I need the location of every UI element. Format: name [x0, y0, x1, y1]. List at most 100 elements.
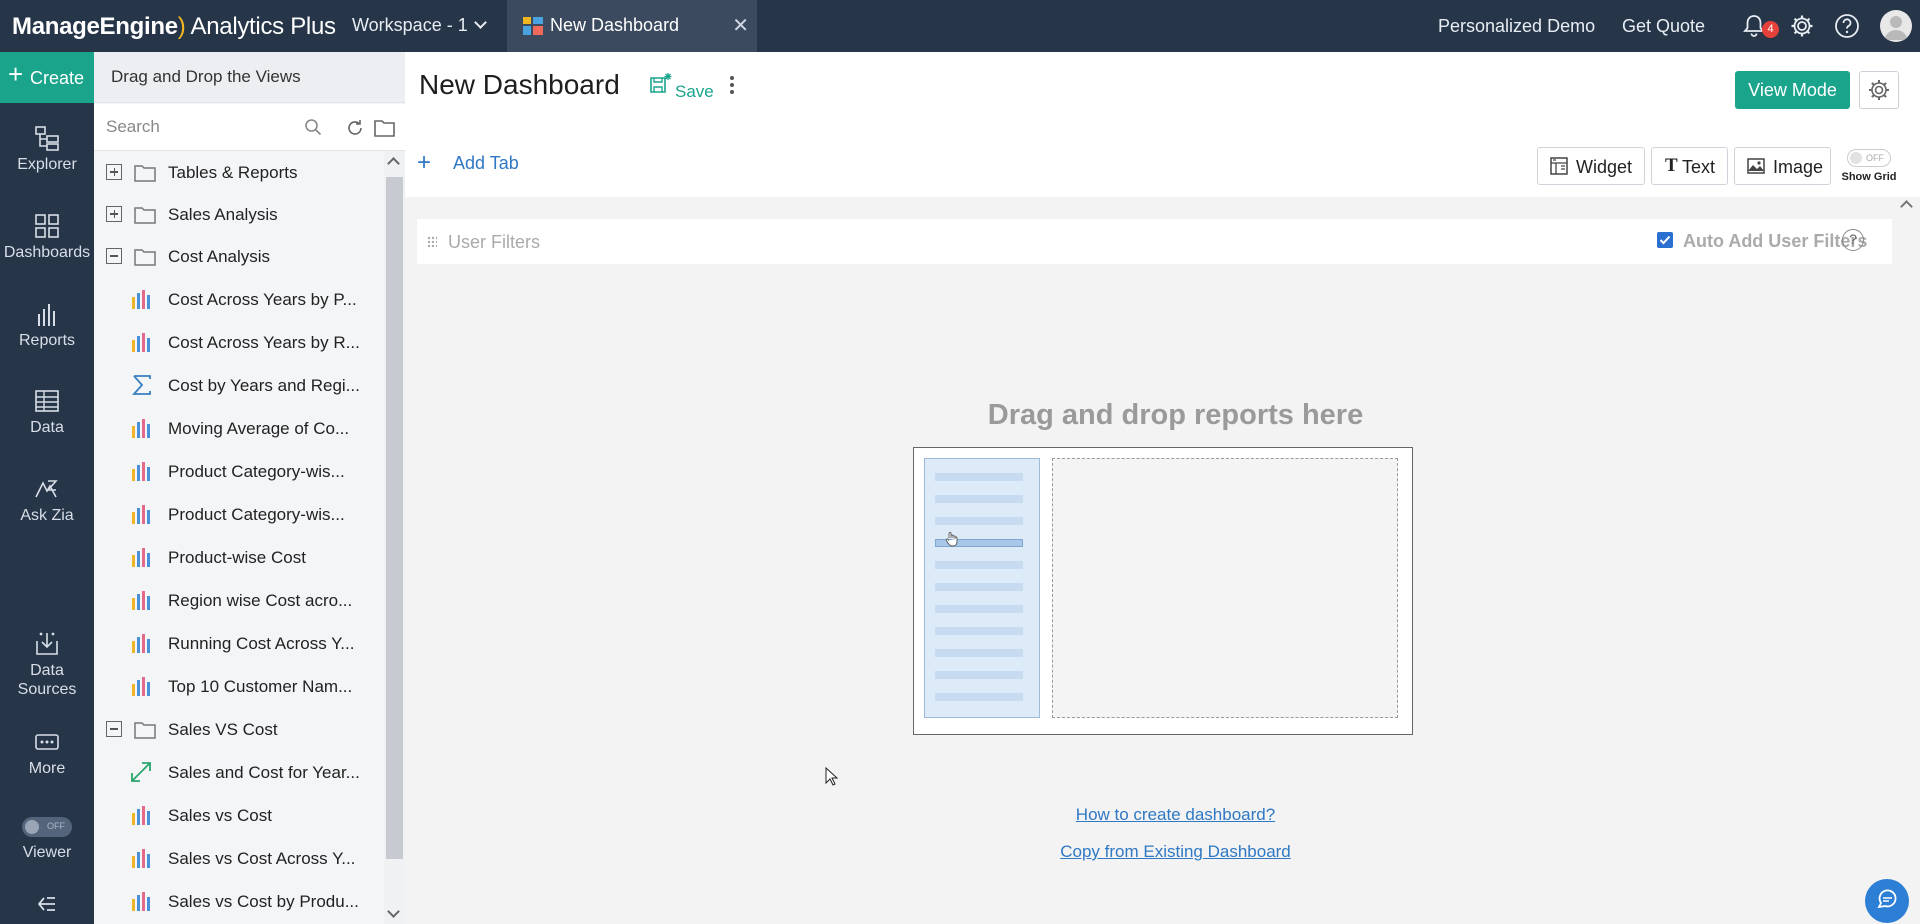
help-icon[interactable] [1834, 13, 1860, 39]
expand-plus-icon[interactable] [106, 164, 122, 180]
list-item-label: Cost Across Years by P... [168, 290, 357, 309]
viewer-toggle[interactable]: OFF [22, 817, 72, 837]
workspace-dropdown[interactable]: Workspace - 1 [352, 15, 487, 36]
nav-data-sources-label: Data Sources [17, 662, 77, 698]
tab-new-dashboard[interactable]: New Dashboard ✕ [507, 0, 757, 52]
illustration-line [935, 517, 1023, 525]
search-input[interactable] [102, 112, 300, 142]
list-item[interactable]: Product Category-wis... [94, 450, 384, 493]
list-item[interactable]: Moving Average of Co... [94, 407, 384, 450]
get-quote-link[interactable]: Get Quote [1622, 16, 1705, 37]
view-mode-button[interactable]: View Mode [1735, 71, 1850, 109]
brand-name: ManageEngine [12, 13, 178, 40]
illustration-line [935, 583, 1023, 591]
list-item[interactable]: Cost by Years and Regi... [94, 364, 384, 407]
folder-icon[interactable] [374, 118, 396, 138]
list-item[interactable]: Cost Across Years by P... [94, 278, 384, 321]
nav-ask-zia[interactable]: Ask Zia [0, 475, 94, 525]
drag-handle-icon[interactable] [427, 236, 437, 248]
save-label: Save [675, 82, 714, 101]
nav-data-sources[interactable]: Data Sources [0, 629, 94, 699]
list-item[interactable]: Product Category-wis... [94, 493, 384, 536]
chat-support-button[interactable] [1865, 879, 1909, 923]
more-icon [35, 734, 59, 750]
show-grid-toggle[interactable]: OFF Show Grid [1839, 149, 1899, 189]
create-button[interactable]: + Create [0, 52, 94, 103]
brand-arc-mark: ) [177, 13, 186, 40]
data-sources-icon [36, 632, 58, 655]
collapse-menu-icon[interactable] [35, 894, 59, 914]
nav-dashboards[interactable]: Dashboards [0, 212, 94, 262]
nav-viewer[interactable]: OFF Viewer [0, 817, 94, 862]
bar-chart-icon [132, 892, 150, 911]
list-item[interactable]: Top 10 Customer Nam... [94, 665, 384, 708]
personalized-demo-link[interactable]: Personalized Demo [1438, 16, 1595, 37]
page-title[interactable]: New Dashboard [419, 69, 620, 101]
widget-button[interactable]: Widget [1537, 147, 1645, 185]
plus-icon: + [417, 149, 432, 176]
list-item[interactable]: Running Cost Across Y... [94, 622, 384, 665]
list-item[interactable]: Region wise Cost acro... [94, 579, 384, 622]
nav-data[interactable]: Data [0, 387, 94, 437]
collapse-minus-icon[interactable] [106, 248, 122, 264]
folder-cost-analysis[interactable]: Cost Analysis [94, 235, 384, 278]
left-nav: + Create Explorer Dashboards Reports Dat… [0, 52, 94, 924]
more-options-icon[interactable] [729, 76, 735, 96]
dashboard-tab-icon [523, 17, 543, 35]
hand-cursor-icon [945, 532, 958, 547]
panel-header: Drag and Drop the Views [94, 52, 405, 103]
refresh-icon[interactable] [345, 118, 365, 138]
nav-reports[interactable]: Reports [0, 300, 94, 350]
folder-sales-analysis[interactable]: Sales Analysis [94, 193, 384, 236]
folder-icon [134, 722, 156, 739]
search-row [94, 104, 405, 151]
scroll-up-icon[interactable] [1900, 200, 1913, 213]
text-button[interactable]: T Text [1651, 147, 1728, 185]
nav-more[interactable]: More [0, 728, 94, 778]
gear-icon[interactable] [1789, 13, 1815, 39]
folder-tables-reports[interactable]: Tables & Reports [94, 151, 384, 194]
ask-zia-icon [35, 480, 58, 498]
collapse-minus-icon[interactable] [106, 721, 122, 737]
image-button[interactable]: Image [1734, 147, 1831, 185]
dashboard-settings-button[interactable] [1859, 71, 1899, 109]
folder-icon [134, 165, 156, 182]
gear-icon [1869, 80, 1889, 100]
chevron-down-icon [473, 16, 487, 29]
nav-explorer[interactable]: Explorer [0, 124, 94, 174]
scrollbar-thumb[interactable] [386, 177, 403, 859]
list-item[interactable]: Sales and Cost for Year... [94, 751, 384, 794]
checkbox[interactable] [1657, 232, 1673, 248]
tab-title: New Dashboard [550, 15, 680, 35]
text-label: Text [1682, 157, 1716, 177]
list-item[interactable]: Sales vs Cost Across Y... [94, 837, 384, 880]
dropzone-title: Drag and drop reports here [987, 399, 1364, 431]
help-icon[interactable]: ? [1842, 229, 1864, 251]
list-item[interactable]: Cost Across Years by R... [94, 321, 384, 364]
list-item[interactable]: Product-wise Cost [94, 536, 384, 579]
views-panel: Drag and Drop the Views Tables & Reports… [94, 52, 405, 924]
brand-logo[interactable]: ManageEngine) Analytics Plus [12, 13, 336, 41]
avatar[interactable] [1880, 10, 1912, 42]
close-icon[interactable]: ✕ [732, 13, 749, 38]
list-item[interactable]: Sales vs Cost by Produ... [94, 880, 384, 923]
mouse-pointer-icon [825, 767, 839, 786]
scatter-chart-icon [131, 762, 151, 782]
scroll-up-icon[interactable] [387, 157, 400, 170]
expand-plus-icon[interactable] [106, 206, 122, 222]
list-item-label: Moving Average of Co... [168, 419, 350, 438]
text-icon: T [1665, 155, 1678, 176]
illustration-line [935, 473, 1023, 481]
auto-add-label: Auto Add User Filters [1683, 231, 1868, 251]
toggle-switch[interactable]: OFF [1847, 149, 1891, 167]
how-to-create-link[interactable]: How to create dashboard? [405, 805, 1920, 825]
search-icon[interactable] [304, 118, 322, 136]
toggle-state: OFF [1866, 153, 1884, 163]
list-item[interactable]: Sales vs Cost [94, 794, 384, 837]
chat-icon [1877, 889, 1897, 909]
explorer-icon [35, 126, 59, 151]
scroll-down-icon[interactable] [387, 905, 400, 918]
folder-sales-vs-cost[interactable]: Sales VS Cost [94, 708, 384, 751]
copy-existing-dashboard-link[interactable]: Copy from Existing Dashboard [405, 842, 1920, 862]
panel-scrollbar[interactable] [384, 151, 405, 924]
